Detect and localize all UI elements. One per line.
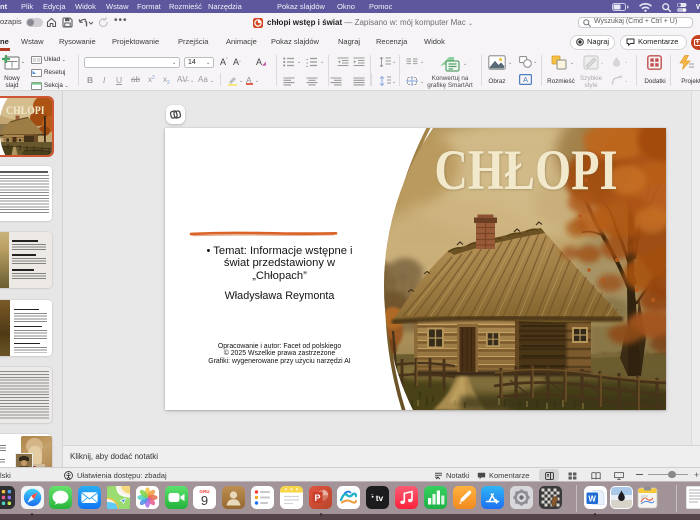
svg-text:A: A — [523, 75, 528, 84]
svg-text:CHŁOPI: CHŁOPI — [6, 104, 45, 117]
svg-text:W: W — [588, 495, 596, 504]
svg-text:tv: tv — [376, 493, 384, 503]
svg-text:9: 9 — [201, 493, 208, 508]
svg-text:P: P — [314, 493, 320, 503]
svg-text:CHŁOPI: CHŁOPI — [434, 140, 617, 202]
